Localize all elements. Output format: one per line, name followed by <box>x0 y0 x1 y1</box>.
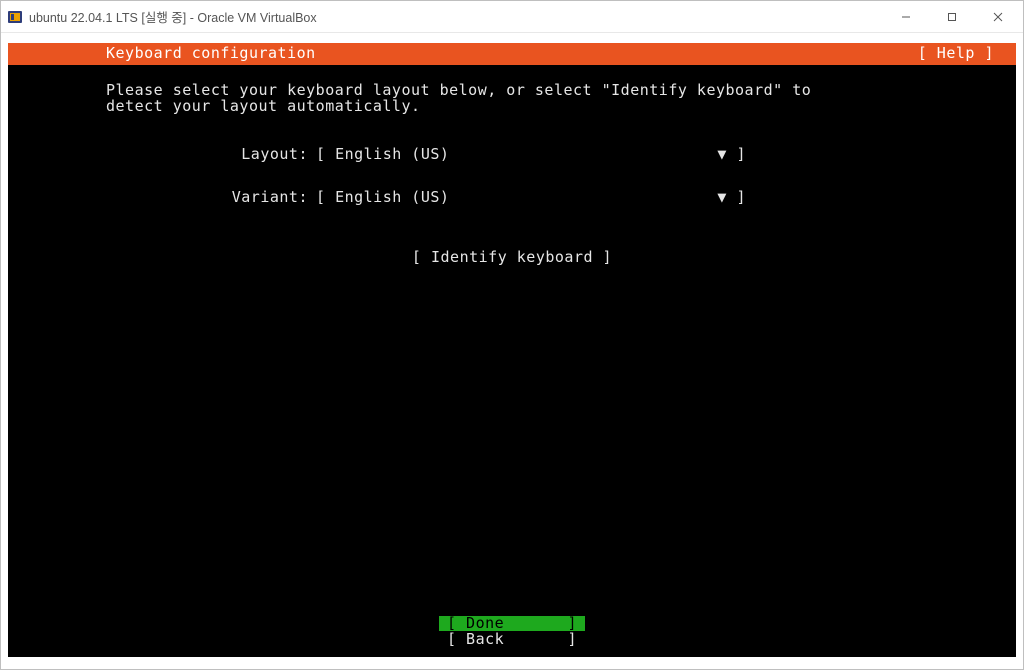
installer-footer: [ Done] [ Back] <box>8 616 1016 650</box>
chevron-down-icon: ▼ <box>717 147 727 163</box>
bracket-close: ] <box>727 147 746 163</box>
virtualbox-icon <box>7 9 23 25</box>
window-title: ubuntu 22.04.1 LTS [실행 중] - Oracle VM Vi… <box>29 7 317 26</box>
identify-row: [ Identify keyboard ] <box>106 250 918 266</box>
window-titlebar: ubuntu 22.04.1 LTS [실행 중] - Oracle VM Vi… <box>1 1 1023 33</box>
close-button[interactable] <box>975 2 1021 32</box>
bracket-close: ] <box>727 190 746 206</box>
help-button[interactable]: [ Help ] <box>918 46 1016 62</box>
window-control-buttons <box>883 2 1021 32</box>
layout-label: Layout: <box>106 147 316 163</box>
variant-dropdown[interactable]: [ English (US) ▼ ] <box>316 190 746 206</box>
layout-dropdown[interactable]: [ English (US) ▼ ] <box>316 147 746 163</box>
variant-value: English (US) <box>335 190 449 206</box>
bracket-open: [ <box>316 190 335 206</box>
virtualbox-window: ubuntu 22.04.1 LTS [실행 중] - Oracle VM Vi… <box>0 0 1024 670</box>
vm-viewport: Keyboard configuration [ Help ] Please s… <box>1 33 1023 669</box>
variant-label: Variant: <box>106 190 316 206</box>
minimize-button[interactable] <box>883 2 929 32</box>
layout-value: English (US) <box>335 147 449 163</box>
chevron-down-icon: ▼ <box>717 190 727 206</box>
layout-row: Layout: [ English (US) ▼ ] <box>106 147 918 163</box>
installer-title: Keyboard configuration <box>8 46 316 62</box>
bracket-open: [ <box>316 147 335 163</box>
installer-header: Keyboard configuration [ Help ] <box>8 43 1016 65</box>
variant-row: Variant: [ English (US) ▼ ] <box>106 190 918 206</box>
installer-body: Please select your keyboard layout below… <box>8 65 1016 266</box>
instruction-text: Please select your keyboard layout below… <box>106 83 918 115</box>
done-button[interactable]: [ Done] <box>439 616 585 632</box>
back-button[interactable]: [ Back] <box>439 632 585 648</box>
identify-keyboard-button[interactable]: [ Identify keyboard ] <box>412 248 612 266</box>
ubuntu-installer-screen: Keyboard configuration [ Help ] Please s… <box>8 43 1016 657</box>
maximize-button[interactable] <box>929 2 975 32</box>
